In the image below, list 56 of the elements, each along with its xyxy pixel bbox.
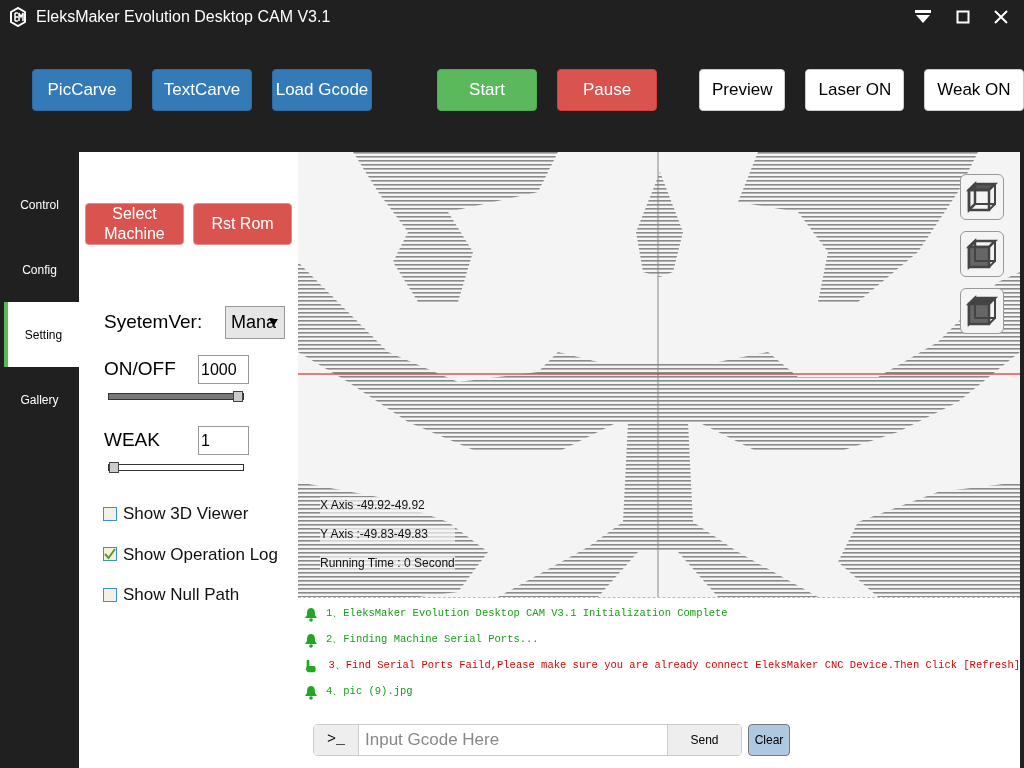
send-button[interactable]: Send: [667, 725, 741, 755]
toolbar-button[interactable]: TextCarve: [152, 69, 252, 111]
axis-readout: Y Axis :-49.83-49.83: [320, 526, 455, 543]
console-prompt: >_: [314, 725, 359, 755]
nav-tab[interactable]: Control: [0, 172, 79, 237]
nav-tab[interactable]: Setting: [4, 302, 79, 367]
log-message: 3、Find Serial Ports Faild,Please make sure you are already connect EleksMaker CNC Device.Then Click [Refresh]: [328, 658, 1020, 674]
checkbox[interactable]: [103, 547, 117, 562]
view-cube-button[interactable]: [960, 288, 1004, 334]
clear-button[interactable]: Clear: [748, 724, 790, 756]
toolbar-button[interactable]: PicCarve: [32, 69, 132, 111]
window-title: EleksMaker Evolution Desktop CAM V3.1: [36, 7, 331, 27]
axis-readout: Running Time : 0 Second: [320, 555, 455, 572]
bell-icon: [304, 684, 318, 700]
system-version-dropdown[interactable]: Mana: [225, 306, 285, 339]
slider-thumb[interactable]: [109, 462, 119, 473]
toolbar-button[interactable]: Laser ON: [805, 69, 905, 111]
app-logo-icon: [8, 7, 28, 27]
bell-icon: [304, 632, 318, 648]
log-message: 4、pic (9).jpg: [326, 684, 413, 700]
cube-icon: [965, 180, 999, 214]
slider-track[interactable]: [108, 393, 244, 400]
view-cube-button[interactable]: [960, 174, 1004, 220]
nav-tab[interactable]: Config: [0, 237, 79, 302]
console-field[interactable]: >_ Input Gcode Here Send: [313, 724, 742, 756]
close-icon[interactable]: [994, 10, 1008, 24]
minimize-to-tray-icon[interactable]: [914, 9, 932, 25]
setting-label: ON/OFF: [104, 357, 177, 382]
checkbox-label: Show Null Path: [123, 584, 240, 606]
checkbox[interactable]: [103, 587, 117, 602]
cube-icon: [965, 294, 999, 328]
nav-tab[interactable]: Gallery: [0, 367, 79, 432]
settings-button[interactable]: Select Machine: [85, 203, 184, 245]
settings-button[interactable]: Rst Rom: [193, 203, 292, 245]
value-input[interactable]: 1: [198, 426, 249, 455]
checkbox-label: Show 3D Viewer: [123, 503, 249, 525]
log-message: 2、Finding Machine Serial Ports...: [326, 632, 539, 648]
bell-icon: [304, 606, 318, 622]
slider-track[interactable]: [108, 464, 244, 471]
checkbox-label: Show Operation Log: [123, 543, 278, 566]
toolbar-button[interactable]: Pause: [557, 69, 657, 111]
setting-label: SyetemVer:: [104, 310, 204, 335]
toolbar-button[interactable]: Weak ON: [924, 69, 1024, 111]
maximize-icon[interactable]: [956, 10, 970, 24]
setting-label: WEAK: [104, 428, 161, 453]
value-input[interactable]: 1000: [198, 355, 249, 384]
checkbox[interactable]: [103, 506, 117, 521]
toolbar-button[interactable]: Load Gcode: [272, 69, 372, 111]
log-message: 1、EleksMaker Evolution Desktop CAM V3.1 Initialization Complete: [326, 606, 728, 622]
toolbar-button[interactable]: Preview: [699, 69, 786, 111]
slider-thumb[interactable]: [233, 391, 243, 402]
hand-pointer-icon: [304, 658, 317, 674]
cube-icon: [965, 237, 999, 271]
gcode-input[interactable]: Input Gcode Here: [359, 725, 667, 755]
view-cube-button[interactable]: [960, 231, 1004, 277]
checkmark-icon: [104, 548, 116, 561]
